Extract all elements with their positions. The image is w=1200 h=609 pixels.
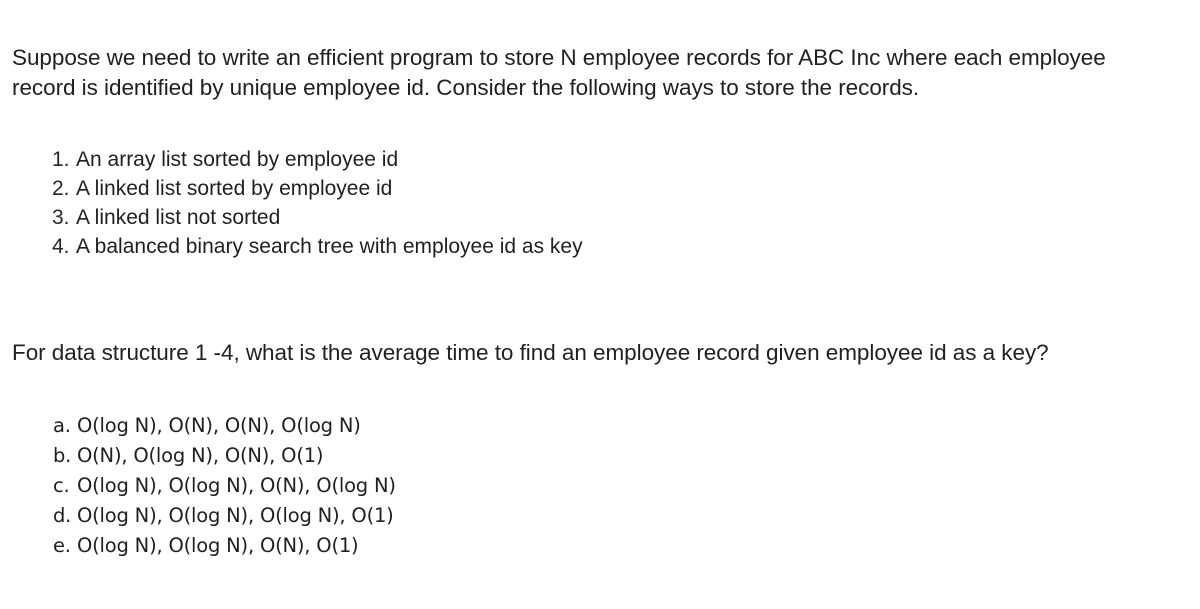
answer-option-marker: a. [53,414,71,437]
answer-option-label: O(log N), O(log N), O(log N), O(1) [77,504,394,527]
list-item-label: A balanced binary search tree with emplo… [76,235,583,258]
list-item: 2. A linked list sorted by employee id [0,174,1000,203]
question-page: Suppose we need to write an efficient pr… [0,0,1200,609]
answer-option[interactable]: c. O(log N), O(log N), O(N), O(log N) [0,471,1000,501]
answer-option-label: O(log N), O(log N), O(N), O(log N) [77,474,396,497]
answer-option-marker: b. [53,444,72,467]
intro-paragraph: Suppose we need to write an efficient pr… [12,44,1112,100]
list-item-label: An array list sorted by employee id [76,148,399,171]
list-item: 1. An array list sorted by employee id [0,145,1000,174]
list-item-label: A linked list not sorted [76,206,281,229]
answer-option[interactable]: d. O(log N), O(log N), O(log N), O(1) [0,501,1000,531]
answer-option-label: O(log N), O(N), O(N), O(log N) [77,414,361,437]
answer-option[interactable]: b. O(N), O(log N), O(N), O(1) [0,441,1000,471]
answer-option-marker: e. [53,534,71,557]
answer-option-label: O(N), O(log N), O(N), O(1) [77,444,324,467]
list-item-label: A linked list sorted by employee id [76,177,393,200]
answer-option[interactable]: a. O(log N), O(N), O(N), O(log N) [0,411,1000,441]
answer-option-marker: c. [53,474,70,497]
list-item-marker: 1. [52,148,70,171]
answer-option[interactable]: e. O(log N), O(log N), O(N), O(1) [0,531,1000,561]
list-item: 4. A balanced binary search tree with emp… [0,232,1000,261]
answer-option-marker: d. [53,504,72,527]
answer-option-label: O(log N), O(log N), O(N), O(1) [77,534,359,557]
list-item-marker: 4. [52,235,70,258]
data-structures-list: 1. An array list sorted by employee id 2. A… [0,145,1000,261]
list-item-marker: 3. [52,206,70,229]
list-item-marker: 2. [52,177,70,200]
answer-options-list: a. O(log N), O(N), O(N), O(log N) b. O(N), … [0,411,1000,561]
question-paragraph: For data structure 1 -4, what is the ave… [12,339,1049,365]
list-item: 3. A linked list not sorted [0,203,1000,232]
